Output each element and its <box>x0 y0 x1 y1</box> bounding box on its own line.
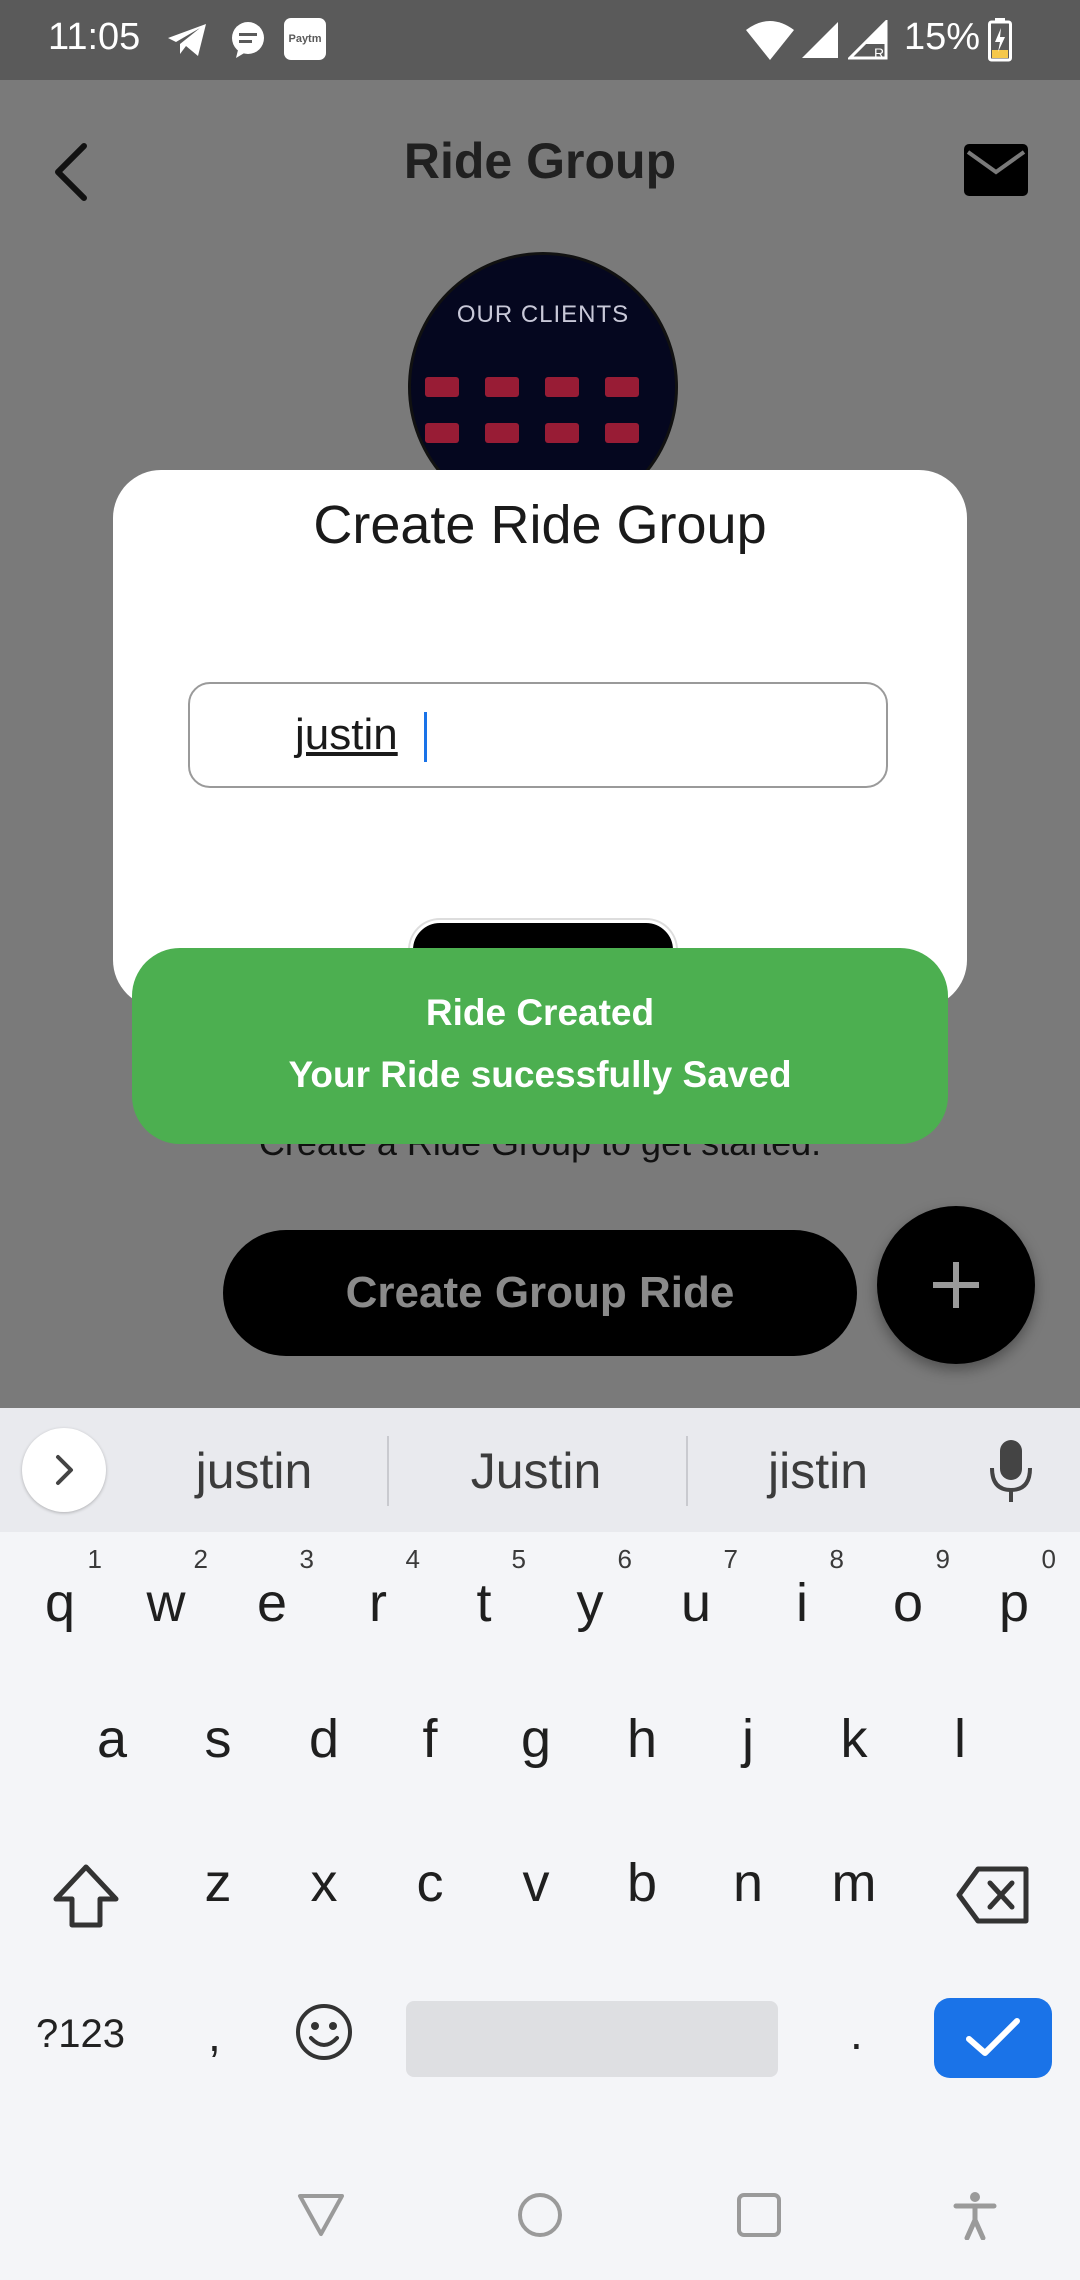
key-h[interactable]: h <box>594 1678 690 1798</box>
success-toast: Ride Created Your Ride sucessfully Saved <box>132 948 948 1144</box>
key-l[interactable]: l <box>912 1678 1008 1798</box>
space-bar[interactable] <box>406 2001 778 2077</box>
recents-square-icon[interactable] <box>734 2190 784 2240</box>
soft-keyboard: justin Justin jistin q1 w2 e3 r4 t5 y6 u… <box>0 1408 1080 2280</box>
key-u[interactable]: u7 <box>648 1526 744 1646</box>
ride-group-name-input[interactable]: justin <box>188 682 888 788</box>
key-d[interactable]: d <box>276 1678 372 1798</box>
client-logo <box>605 423 639 443</box>
mail-icon[interactable] <box>964 144 1028 196</box>
page-title: Ride Group <box>403 133 677 189</box>
add-ride-button[interactable] <box>877 1206 1035 1364</box>
dialog-title: Create Ride Group <box>313 495 767 555</box>
key-e[interactable]: e3 <box>224 1526 320 1646</box>
battery-charging-icon <box>988 18 1012 62</box>
key-g[interactable]: g <box>488 1678 584 1798</box>
input-value: justin <box>295 710 398 759</box>
key-o[interactable]: o9 <box>860 1526 956 1646</box>
chevron-right-icon <box>56 1455 73 1485</box>
app-header: Ride Group <box>0 80 1080 250</box>
key-k[interactable]: k <box>806 1678 902 1798</box>
key-s[interactable]: s <box>170 1678 266 1798</box>
suggestion-1[interactable]: justin <box>114 1442 394 1500</box>
back-triangle-icon[interactable] <box>296 2190 346 2240</box>
microphone-icon[interactable] <box>988 1438 1034 1504</box>
key-t[interactable]: t5 <box>436 1526 532 1646</box>
status-time: 11:05 <box>48 16 141 58</box>
emoji-icon[interactable] <box>294 2002 354 2062</box>
svg-text:R: R <box>874 45 884 60</box>
key-a[interactable]: a <box>64 1678 160 1798</box>
telegram-icon <box>168 24 206 56</box>
key-w[interactable]: w2 <box>118 1526 214 1646</box>
key-b[interactable]: b <box>594 1822 690 1942</box>
suggestion-3[interactable]: jistin <box>678 1442 958 1500</box>
toast-message: Your Ride sucessfully Saved <box>288 1054 792 1095</box>
divider <box>387 1436 389 1506</box>
shift-icon[interactable] <box>50 1861 122 1933</box>
symbols-key[interactable]: ?123 <box>36 2012 125 2057</box>
chat-icon <box>232 22 264 58</box>
signal-r-icon: R <box>848 20 888 60</box>
client-logo <box>605 377 639 397</box>
key-p[interactable]: p0 <box>966 1526 1062 1646</box>
key-f[interactable]: f <box>382 1678 478 1798</box>
wifi-icon <box>746 21 794 60</box>
key-r[interactable]: r4 <box>330 1526 426 1646</box>
key-x[interactable]: x <box>276 1822 372 1942</box>
avatar-text: OUR CLIENTS <box>456 301 630 328</box>
paytm-label: Paytm <box>288 33 322 45</box>
battery-percent: 15% <box>904 16 981 58</box>
client-logo <box>545 423 579 443</box>
backspace-icon[interactable] <box>956 1866 1030 1924</box>
toast-title: Ride Created <box>425 992 655 1033</box>
home-circle-icon[interactable] <box>515 2190 565 2240</box>
client-logo <box>485 423 519 443</box>
client-logo <box>425 423 459 443</box>
text-cursor <box>424 712 427 762</box>
status-bar: 11:05 Paytm R 15% <box>0 0 1080 80</box>
plus-icon <box>933 1262 979 1308</box>
client-logo <box>425 377 459 397</box>
key-y[interactable]: y6 <box>542 1526 638 1646</box>
period-key[interactable]: . <box>850 2006 863 2060</box>
create-group-ride-button[interactable]: Create Group Ride <box>223 1230 857 1356</box>
system-nav-bar <box>0 2120 1080 2280</box>
suggestion-2[interactable]: Justin <box>396 1442 676 1500</box>
expand-toolbar-button[interactable] <box>22 1428 106 1512</box>
key-z[interactable]: z <box>170 1822 266 1942</box>
paytm-icon: Paytm <box>284 18 326 60</box>
client-logo <box>485 377 519 397</box>
key-n[interactable]: n <box>700 1822 796 1942</box>
key-m[interactable]: m <box>806 1822 902 1942</box>
accessibility-icon[interactable] <box>950 2190 1000 2240</box>
create-ride-group-dialog: Create Ride Group justin <box>113 470 967 1016</box>
key-q[interactable]: q1 <box>12 1526 108 1646</box>
enter-key[interactable] <box>934 1998 1052 2078</box>
suggestion-bar: justin Justin jistin <box>0 1408 1080 1532</box>
comma-key[interactable]: , <box>208 2008 221 2062</box>
key-j[interactable]: j <box>700 1678 796 1798</box>
checkmark-icon <box>966 2018 1020 2056</box>
signal-icon <box>802 22 838 58</box>
key-c[interactable]: c <box>382 1822 478 1942</box>
key-i[interactable]: i8 <box>754 1526 850 1646</box>
client-logo <box>545 377 579 397</box>
key-v[interactable]: v <box>488 1822 584 1942</box>
